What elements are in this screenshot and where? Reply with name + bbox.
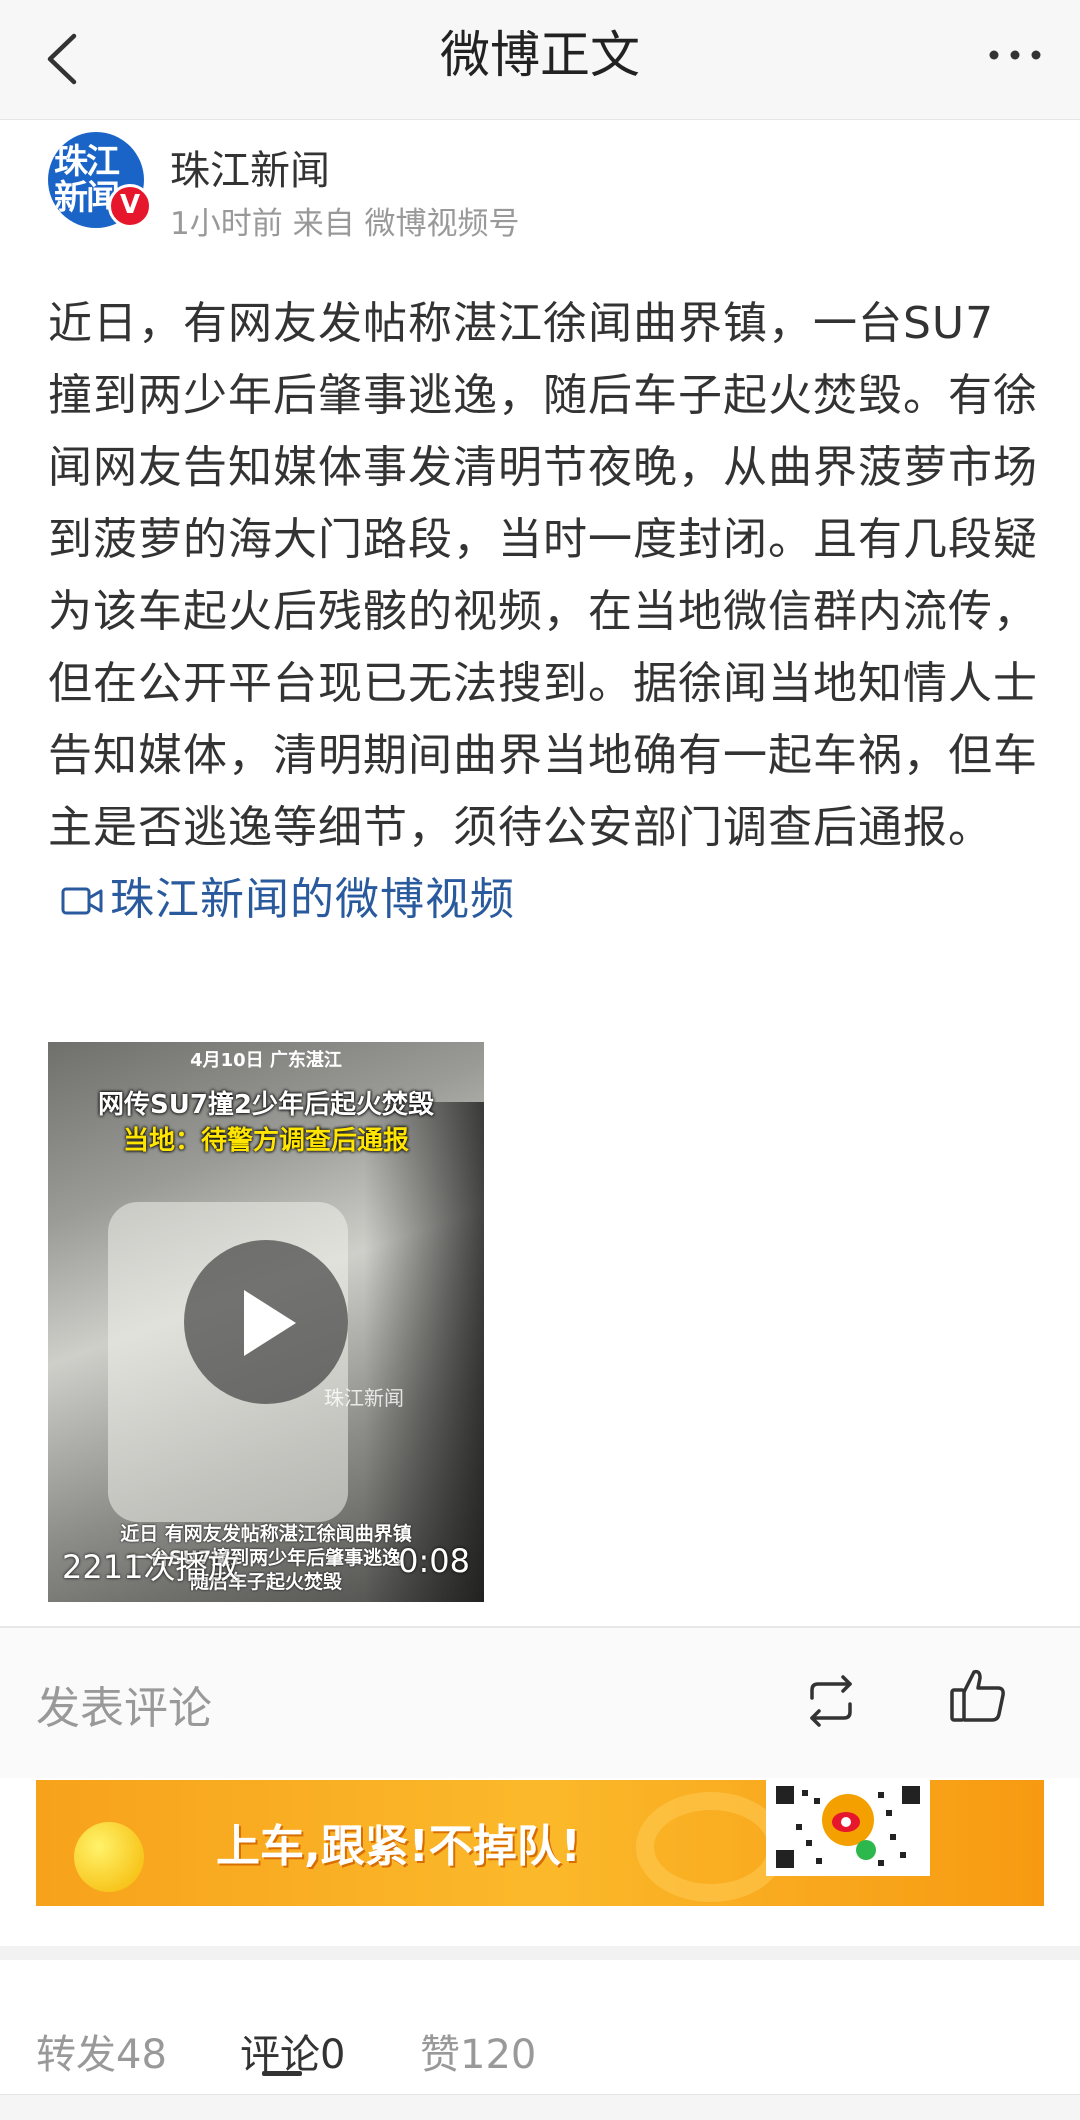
section-gap xyxy=(0,1946,1080,1960)
qr-code-icon xyxy=(766,1780,930,1876)
active-tab-indicator xyxy=(262,2071,302,2076)
promo-banner[interactable]: 上车,跟紧!不掉队! xyxy=(36,1780,1044,1906)
tab-reposts[interactable]: 转发48 xyxy=(36,2022,167,2080)
author-name[interactable]: 珠江新闻 xyxy=(170,138,330,196)
repost-icon xyxy=(810,1675,852,1727)
banner-text: 上车,跟紧!不掉队! xyxy=(216,1821,581,1872)
top-nav-bar: 微博正文 xyxy=(0,0,1080,120)
play-count: 2211次播放 xyxy=(62,1548,240,1586)
play-button[interactable] xyxy=(184,1240,348,1404)
video-link-label: 珠江新闻的微博视频 xyxy=(110,874,515,925)
comment-bar: 发表评论 xyxy=(0,1628,1080,1778)
video-headline-2: 当地：待警方调查后通报 xyxy=(122,1126,409,1156)
comment-input[interactable]: 发表评论 xyxy=(36,1672,212,1736)
like-button[interactable] xyxy=(946,1664,1010,1728)
video-date-tag: 4月10日 广东湛江 xyxy=(190,1050,342,1071)
page-title: 微博正文 xyxy=(440,26,640,84)
post-body: 近日，有网友发帖称湛江徐闻曲界镇，一台SU7撞到两少年后肇事逃逸，随后车子起火焚… xyxy=(48,288,1038,936)
play-icon xyxy=(244,1290,296,1356)
post-meta: 1小时前 来自 微博视频号 xyxy=(170,198,519,243)
decorative-ball-icon xyxy=(74,1822,144,1892)
decorative-ring-icon xyxy=(636,1792,786,1902)
verified-badge-icon: V xyxy=(108,184,152,228)
video-watermark: 珠江新闻 xyxy=(324,1386,404,1410)
video-camera-icon xyxy=(61,887,103,915)
avatar-text-line1: 珠江 xyxy=(54,142,120,182)
more-dots-icon xyxy=(989,50,1041,60)
video-thumbnail[interactable]: 4月10日 广东湛江 网传SU7撞2少年后起火焚毁 当地：待警方调查后通报 珠江… xyxy=(48,1042,484,1602)
thumb-up-icon xyxy=(950,1669,1005,1722)
bottom-strip xyxy=(0,2094,1080,2120)
post-source: 来自 微博视频号 xyxy=(292,206,520,242)
author-row: 珠江 新闻 V 珠江新闻 1小时前 来自 微博视频号 xyxy=(48,128,1028,248)
post-text: 近日，有网友发帖称湛江徐闻曲界镇，一台SU7撞到两少年后肇事逃逸，随后车子起火焚… xyxy=(48,298,1038,853)
video-link[interactable]: 珠江新闻的微博视频 xyxy=(48,874,515,925)
tab-likes[interactable]: 赞120 xyxy=(420,2022,536,2080)
repost-button[interactable] xyxy=(800,1670,862,1732)
video-duration: 0:08 xyxy=(398,1542,470,1580)
more-button[interactable] xyxy=(980,30,1050,80)
post-time: 1小时前 xyxy=(170,206,283,242)
video-headline-1: 网传SU7撞2少年后起火焚毁 xyxy=(97,1090,435,1120)
